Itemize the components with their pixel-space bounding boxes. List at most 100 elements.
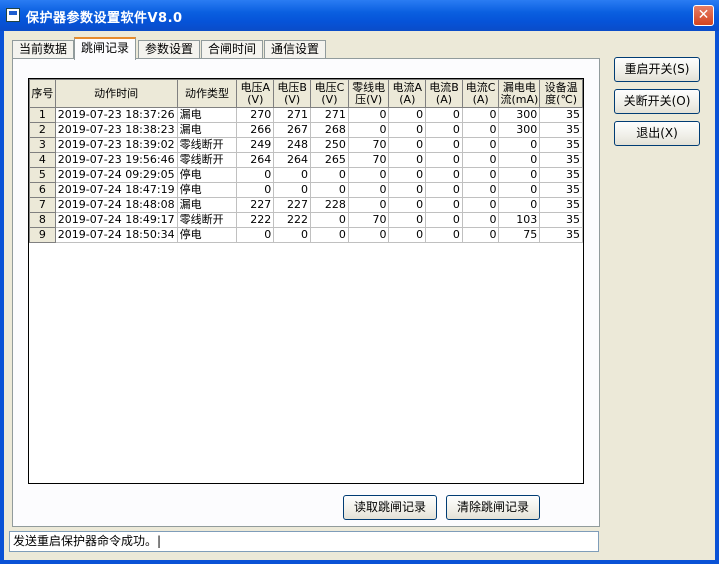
table-cell: 0 — [388, 107, 427, 123]
table-row[interactable]: 3 2019-07-23 18:39:02 零线断开 249 248 250 70 0 0 0 0 3… — [29, 137, 583, 153]
table-cell: 35 — [539, 122, 583, 138]
col-header-current-b[interactable]: 电流B (A) — [425, 79, 463, 108]
table-cell: 35 — [539, 137, 583, 153]
table-cell: 35 — [539, 197, 583, 213]
table-cell: 0 — [498, 167, 541, 183]
table-cell: 2019-07-23 19:56:46 — [54, 152, 178, 168]
exit-button[interactable]: 退出(X) — [614, 121, 700, 146]
table-cell: 0 — [425, 197, 463, 213]
row-index-cell: 5 — [29, 167, 56, 183]
table-cell: 248 — [273, 137, 312, 153]
table-cell: 零线断开 — [176, 212, 238, 228]
table-cell: 0 — [347, 227, 390, 243]
table-cell: 0 — [461, 182, 500, 198]
table-cell: 漏电 — [176, 122, 238, 138]
row-index-cell: 9 — [29, 227, 56, 243]
table-cell: 零线断开 — [176, 152, 238, 168]
shutdown-switch-button[interactable]: 关断开关(O) — [614, 89, 700, 114]
table-cell: 300 — [498, 122, 541, 138]
col-header-current-c[interactable]: 电流C (A) — [461, 79, 500, 108]
table-cell: 300 — [498, 107, 541, 123]
table-cell: 222 — [236, 212, 275, 228]
table-cell: 0 — [347, 197, 390, 213]
table-row[interactable]: 8 2019-07-24 18:49:17 零线断开 222 222 0 70 0 0 0 103 3… — [29, 212, 583, 228]
table-cell: 0 — [461, 107, 500, 123]
table-cell: 零线断开 — [176, 137, 238, 153]
table-row[interactable]: 5 2019-07-24 09:29:05 停电 0 0 0 0 0 0 0 0 35 — [29, 167, 583, 183]
table-cell: 漏电 — [176, 197, 238, 213]
table-cell: 35 — [539, 152, 583, 168]
table-cell: 270 — [236, 107, 275, 123]
tab-current-data[interactable]: 当前数据 — [12, 40, 74, 59]
table-row[interactable]: 1 2019-07-23 18:37:26 漏电 270 271 271 0 0 0 0 300 35 — [29, 107, 583, 123]
col-header-action-type[interactable]: 动作类型 — [176, 79, 238, 108]
table-cell: 103 — [498, 212, 541, 228]
clear-records-button[interactable]: 清除跳闸记录 — [446, 495, 540, 520]
row-index-cell: 1 — [29, 107, 56, 123]
table-cell: 0 — [425, 107, 463, 123]
row-index-cell: 7 — [29, 197, 56, 213]
table-cell: 0 — [236, 227, 275, 243]
records-table: 序号 动作时间 动作类型 电压A (V) 电压B (V) 电压C (V) 零线电… — [29, 79, 583, 243]
table-cell: 0 — [461, 152, 500, 168]
table-cell: 227 — [273, 197, 312, 213]
table-row[interactable]: 6 2019-07-24 18:47:19 停电 0 0 0 0 0 0 0 0 35 — [29, 182, 583, 198]
table-cell: 2019-07-24 18:48:08 — [54, 197, 178, 213]
table-cell: 265 — [310, 152, 349, 168]
col-header-action-time[interactable]: 动作时间 — [54, 79, 178, 108]
read-records-button[interactable]: 读取跳闸记录 — [343, 495, 437, 520]
table-row[interactable]: 7 2019-07-24 18:48:08 漏电 227 227 228 0 0 0 0 0 35 — [29, 197, 583, 213]
table-cell: 264 — [236, 152, 275, 168]
table-cell: 0 — [498, 152, 541, 168]
table-body: 1 2019-07-23 18:37:26 漏电 270 271 271 0 0 0 0 300 35… — [29, 107, 583, 243]
col-header-neutral-voltage[interactable]: 零线电压(V) — [347, 79, 390, 108]
row-index-cell: 8 — [29, 212, 56, 228]
table-cell: 0 — [461, 212, 500, 228]
trip-records-panel: 序号 动作时间 动作类型 电压A (V) 电压B (V) 电压C (V) 零线电… — [12, 58, 600, 527]
col-header-voltage-b[interactable]: 电压B (V) — [273, 79, 312, 108]
table-cell: 停电 — [176, 182, 238, 198]
table-cell: 0 — [273, 167, 312, 183]
table-row[interactable]: 9 2019-07-24 18:50:34 停电 0 0 0 0 0 0 0 75 35 — [29, 227, 583, 243]
table-cell: 0 — [461, 137, 500, 153]
restart-switch-button[interactable]: 重启开关(S) — [614, 57, 700, 82]
table-cell: 0 — [347, 167, 390, 183]
tab-trip-records[interactable]: 跳闸记录 — [74, 37, 136, 60]
table-row[interactable]: 4 2019-07-23 19:56:46 零线断开 264 264 265 70 0 0 0 0 3… — [29, 152, 583, 168]
table-cell: 停电 — [176, 227, 238, 243]
table-cell: 266 — [236, 122, 275, 138]
table-row[interactable]: 2 2019-07-23 18:38:23 漏电 266 267 268 0 0 0 0 300 35 — [29, 122, 583, 138]
col-header-index[interactable]: 序号 — [29, 79, 56, 108]
table-cell: 0 — [310, 182, 349, 198]
table-cell: 2019-07-24 09:29:05 — [54, 167, 178, 183]
table-cell: 35 — [539, 107, 583, 123]
table-cell: 271 — [310, 107, 349, 123]
tab-parameter-settings[interactable]: 参数设置 — [138, 40, 200, 59]
table-cell: 2019-07-24 18:49:17 — [54, 212, 178, 228]
col-header-voltage-a[interactable]: 电压A (V) — [236, 79, 275, 108]
tab-communication-settings[interactable]: 通信设置 — [264, 40, 326, 59]
table-cell: 0 — [388, 152, 427, 168]
table-cell: 0 — [425, 122, 463, 138]
table-cell: 0 — [388, 122, 427, 138]
table-cell: 2019-07-23 18:38:23 — [54, 122, 178, 138]
table-cell: 2019-07-24 18:47:19 — [54, 182, 178, 198]
table-cell: 0 — [425, 212, 463, 228]
col-header-device-temperature[interactable]: 设备温度(℃) — [539, 79, 583, 108]
table-cell: 0 — [425, 167, 463, 183]
close-button[interactable]: ✕ — [693, 5, 714, 26]
app-icon — [6, 8, 20, 22]
table-cell: 0 — [236, 182, 275, 198]
table-cell: 0 — [425, 227, 463, 243]
trip-records-grid[interactable]: 序号 动作时间 动作类型 电压A (V) 电压B (V) 电压C (V) 零线电… — [28, 78, 584, 484]
table-cell: 0 — [388, 167, 427, 183]
table-cell: 漏电 — [176, 107, 238, 123]
table-cell: 0 — [388, 227, 427, 243]
col-header-leakage-current[interactable]: 漏电电流(mA) — [498, 79, 541, 108]
col-header-current-a[interactable]: 电流A (A) — [388, 79, 427, 108]
table-cell: 2019-07-24 18:50:34 — [54, 227, 178, 243]
table-cell: 35 — [539, 212, 583, 228]
table-cell: 0 — [347, 107, 390, 123]
col-header-voltage-c[interactable]: 电压C (V) — [310, 79, 349, 108]
tab-close-time[interactable]: 合闸时间 — [201, 40, 263, 59]
